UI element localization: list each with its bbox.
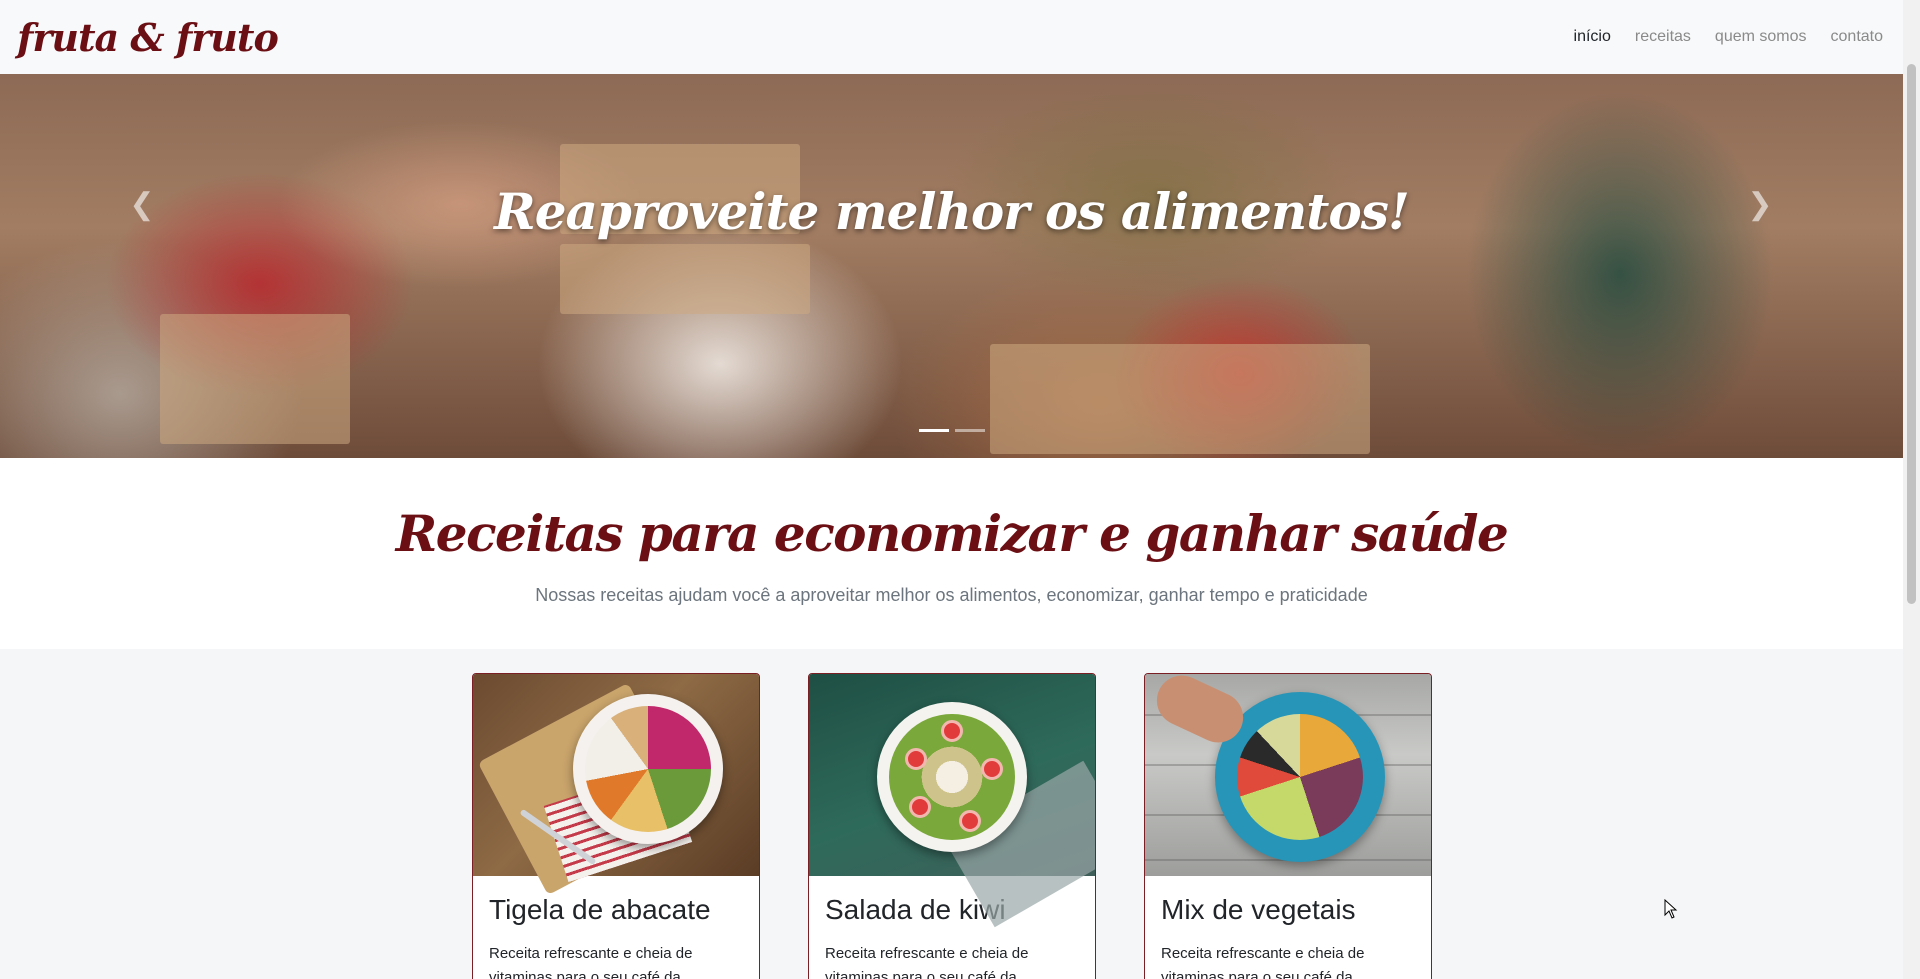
nav-link-quem-somos[interactable]: quem somos: [1711, 24, 1811, 50]
mouse-cursor-icon: [1664, 899, 1678, 919]
carousel-indicator-1[interactable]: [918, 429, 949, 432]
viewport: fruta & fruto início receitas quem somos…: [0, 0, 1903, 979]
card-text: Receita refrescante e cheia de vitaminas…: [825, 945, 1029, 979]
card-title: Mix de vegetais: [1161, 894, 1356, 925]
recipe-card-tigela-de-abacate[interactable]: Tigela de abacate Receita refrescante e …: [472, 673, 760, 979]
brand-logo[interactable]: fruta & fruto: [17, 15, 279, 60]
carousel-indicator-2[interactable]: [954, 429, 985, 432]
hero-caption: Reaproveite melhor os alimentos!: [494, 182, 1410, 241]
page: fruta & fruto início receitas quem somos…: [0, 0, 1920, 979]
section-title: Receitas para economizar e ganhar saúde: [395, 504, 1509, 563]
scrollbar-thumb[interactable]: [1907, 64, 1916, 604]
recipe-image-avocado-bowl: [473, 674, 759, 896]
recipe-cards: Tigela de abacate Receita refrescante e …: [472, 673, 1432, 979]
recipe-image-vegetable-mix: [1145, 674, 1431, 876]
carousel-indicators: [0, 429, 1903, 432]
card-title: Tigela de abacate: [489, 894, 711, 925]
hero-carousel: Reaproveite melhor os alimentos! ❮ ❯: [0, 74, 1903, 458]
hero-bg-crate: [560, 244, 810, 314]
card-text: Receita refrescante e cheia de vitaminas…: [1161, 945, 1365, 979]
nav-link-inicio[interactable]: início: [1570, 24, 1615, 50]
nav-link-contato[interactable]: contato: [1827, 24, 1887, 50]
card-text: Receita refrescante e cheia de vitaminas…: [489, 945, 693, 979]
navbar: fruta & fruto início receitas quem somos…: [0, 0, 1903, 74]
recipe-card-salada-de-kiwi[interactable]: Salada de kiwi Receita refrescante e che…: [808, 673, 1096, 979]
section-subtitle: Nossas receitas ajudam você a aproveitar…: [535, 585, 1368, 605]
carousel-prev-button[interactable]: ❮: [112, 174, 172, 234]
recipe-image-kiwi-salad: [809, 674, 1095, 928]
recipe-card-mix-de-vegetais[interactable]: Mix de vegetais Receita refrescante e ch…: [1144, 673, 1432, 979]
hero-bg-crate: [990, 344, 1370, 454]
hero-bg-crate: [160, 314, 350, 444]
nav-link-receitas[interactable]: receitas: [1631, 24, 1695, 50]
carousel-next-button[interactable]: ❯: [1730, 174, 1790, 234]
card-body: Tigela de abacate Receita refrescante e …: [473, 876, 759, 979]
nav-links: início receitas quem somos contato: [1570, 24, 1887, 50]
page-scrollbar[interactable]: [1903, 0, 1920, 979]
card-body: Mix de vegetais Receita refrescante e ch…: [1145, 876, 1431, 979]
chevron-left-icon: ❮: [129, 187, 155, 221]
recipes-intro: Receitas para economizar e ganhar saúde …: [0, 458, 1903, 649]
chevron-right-icon: ❯: [1747, 187, 1773, 221]
